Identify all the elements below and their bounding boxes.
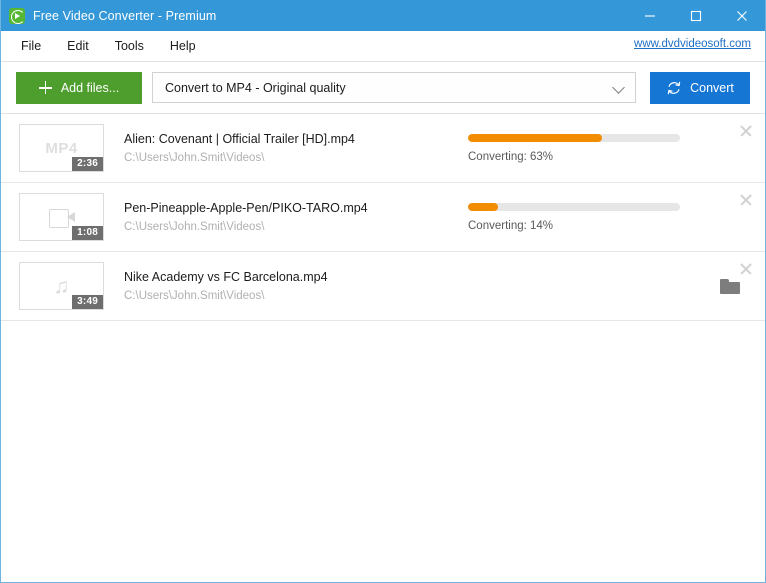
app-logo-icon	[9, 8, 25, 24]
app-window: Free Video Converter - Premium File Edit…	[0, 0, 766, 583]
remove-file-button[interactable]	[739, 124, 753, 138]
file-list: MP4 2:36 Alien: Covenant | Official Trai…	[1, 114, 765, 582]
file-info: Pen-Pineapple-Apple-Pen/PIKO-TARO.mp4 C:…	[124, 201, 464, 233]
menu-bar: File Edit Tools Help www.dvdvideosoft.co…	[1, 31, 765, 62]
open-folder-icon[interactable]	[720, 279, 740, 294]
file-path: C:\Users\John.Smit\Videos\	[124, 152, 464, 164]
music-note-icon: ♫	[54, 276, 70, 297]
file-path: C:\Users\John.Smit\Videos\	[124, 221, 464, 233]
video-camera-icon	[49, 209, 75, 226]
website-link[interactable]: www.dvdvideosoft.com	[634, 38, 751, 50]
maximize-button[interactable]	[673, 0, 719, 31]
add-files-button[interactable]: Add files...	[16, 72, 142, 104]
file-thumbnail: ♫ 3:49	[19, 262, 104, 310]
title-bar: Free Video Converter - Premium	[1, 0, 765, 31]
window-title: Free Video Converter - Premium	[33, 9, 627, 23]
file-row[interactable]: MP4 2:36 Alien: Covenant | Official Trai…	[1, 114, 765, 183]
progress-fill	[468, 134, 602, 142]
menu-item-edit[interactable]: Edit	[55, 35, 101, 57]
menu-item-file[interactable]: File	[9, 35, 53, 57]
progress-status: Converting: 63%	[468, 151, 680, 163]
output-preset-select[interactable]: Convert to MP4 - Original quality	[152, 72, 636, 103]
file-info: Nike Academy vs FC Barcelona.mp4 C:\User…	[124, 270, 464, 302]
menu-item-help[interactable]: Help	[158, 35, 208, 57]
file-duration: 2:36	[72, 157, 103, 171]
file-name: Nike Academy vs FC Barcelona.mp4	[124, 270, 464, 284]
convert-button[interactable]: Convert	[650, 72, 750, 104]
chevron-down-icon	[612, 81, 625, 94]
file-duration: 3:49	[72, 295, 103, 309]
file-name: Pen-Pineapple-Apple-Pen/PIKO-TARO.mp4	[124, 201, 464, 215]
close-button[interactable]	[719, 0, 765, 31]
file-row[interactable]: ♫ 3:49 Nike Academy vs FC Barcelona.mp4 …	[1, 252, 765, 321]
file-thumbnail: MP4 2:36	[19, 124, 104, 172]
conversion-progress: Converting: 63%	[468, 134, 680, 163]
conversion-progress: Converting: 14%	[468, 203, 680, 232]
file-duration: 1:08	[72, 226, 103, 240]
row-actions	[695, 252, 765, 320]
file-thumbnail: 1:08	[19, 193, 104, 241]
file-info: Alien: Covenant | Official Trailer [HD].…	[124, 132, 464, 164]
output-preset-value: Convert to MP4 - Original quality	[153, 81, 346, 95]
minimize-button[interactable]	[627, 0, 673, 31]
window-controls	[627, 0, 765, 31]
file-path: C:\Users\John.Smit\Videos\	[124, 290, 464, 302]
remove-file-button[interactable]	[739, 193, 753, 207]
refresh-icon	[666, 80, 682, 96]
remove-file-button[interactable]	[739, 262, 753, 276]
toolbar: Add files... Convert to MP4 - Original q…	[1, 62, 765, 114]
file-row[interactable]: 1:08 Pen-Pineapple-Apple-Pen/PIKO-TARO.m…	[1, 183, 765, 252]
progress-track	[468, 203, 680, 211]
file-name: Alien: Covenant | Official Trailer [HD].…	[124, 132, 464, 146]
add-files-label: Add files...	[61, 81, 119, 95]
progress-track	[468, 134, 680, 142]
plus-icon	[39, 81, 52, 94]
thumbnail-format-label: MP4	[45, 140, 77, 157]
convert-label: Convert	[690, 81, 734, 95]
progress-status: Converting: 14%	[468, 220, 680, 232]
progress-fill	[468, 203, 498, 211]
menu-item-tools[interactable]: Tools	[103, 35, 156, 57]
